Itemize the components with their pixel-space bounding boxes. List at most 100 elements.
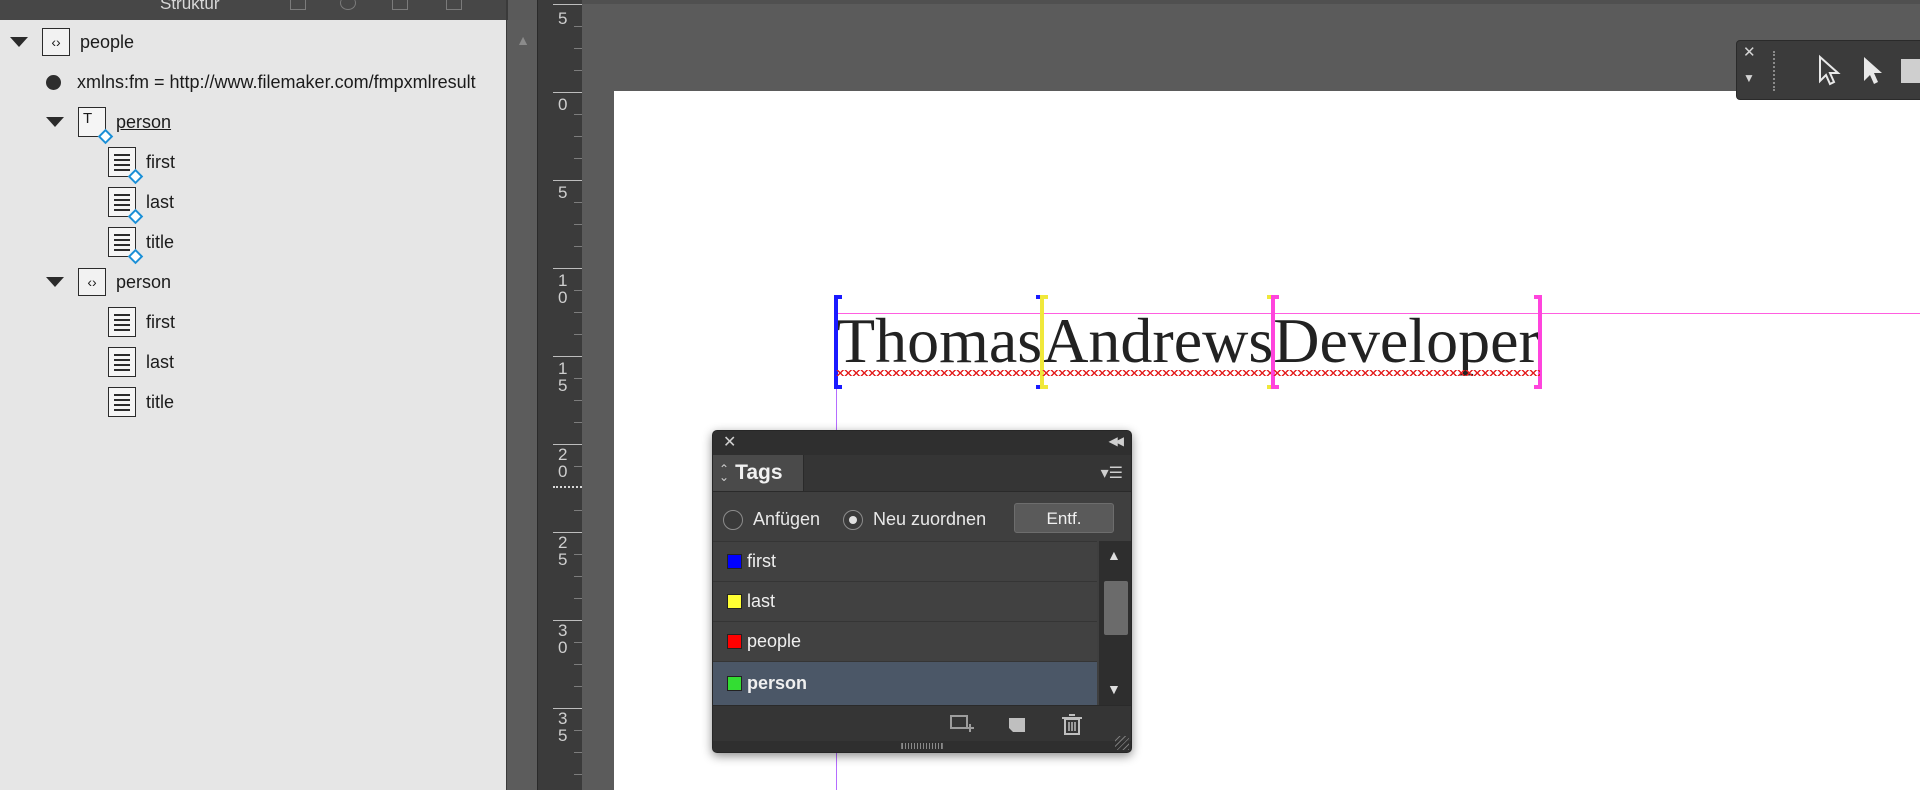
close-icon[interactable]: ✕ <box>1743 43 1756 61</box>
ruler-label: 1 5 <box>558 359 568 395</box>
text-first: Thomas <box>836 305 1043 376</box>
collapse-icon[interactable]: ▼ <box>1743 71 1755 85</box>
text-last: Andrews <box>1042 305 1274 376</box>
scrollbar-thumb[interactable] <box>1104 581 1128 635</box>
tags-list: first last people person <box>713 541 1097 705</box>
horizontal-ruler-edge <box>582 0 1920 4</box>
radio-retag[interactable]: Neu zuordnen <box>843 509 986 530</box>
tags-scrollbar[interactable]: ▲ ▼ <box>1099 541 1131 705</box>
tag-name: last <box>747 591 776 611</box>
spellcheck-underline <box>1273 370 1540 376</box>
text-element-icon <box>108 347 136 377</box>
radio-append-label: Anfügen <box>753 509 821 529</box>
trash-icon[interactable] <box>1059 712 1085 736</box>
tagged-text-title[interactable]: Developer <box>1271 295 1542 389</box>
expand-triangle-icon[interactable] <box>46 277 64 287</box>
scroll-up-arrow-icon[interactable]: ▲ <box>1107 547 1121 563</box>
tag-row-person[interactable]: person <box>713 661 1097 705</box>
ruler-label: 3 5 <box>558 709 568 745</box>
selection-tool-icon[interactable] <box>1811 53 1845 87</box>
ruler-label: 2 5 <box>558 533 568 569</box>
radio-circle[interactable] <box>843 509 863 530</box>
tag-icon[interactable] <box>290 0 306 10</box>
direct-selection-tool-icon[interactable] <box>1855 53 1889 87</box>
spellcheck-underline <box>1042 370 1274 376</box>
tag-color-swatch <box>727 594 742 609</box>
tree-node-label: person <box>116 111 172 132</box>
tags-panel-titlebar[interactable]: ✕ ◀◀ <box>713 431 1131 455</box>
tagged-text-last[interactable]: Andrews <box>1040 295 1276 389</box>
panel-menu-icon[interactable]: ▾☰ <box>1101 463 1123 483</box>
tree-node-first-2[interactable]: first <box>108 306 175 338</box>
tree-node-last-2[interactable]: last <box>108 346 174 378</box>
tag-row-last[interactable]: last <box>713 581 1097 621</box>
tree-node-attribute[interactable]: xmlns:fm = http://www.filemaker.com/fmpx… <box>46 66 476 98</box>
radio-circle[interactable] <box>723 509 743 530</box>
tree-node-label: title <box>146 391 175 412</box>
spellcheck-underline <box>836 370 1043 376</box>
tree-node-label: last <box>146 191 175 212</box>
tree-node-person-1[interactable]: T person <box>46 106 172 145</box>
scroll-down-arrow-icon[interactable]: ▼ <box>1107 681 1121 697</box>
element-icon: ‹› <box>78 268 106 296</box>
panel-resize-bar[interactable] <box>713 741 1131 752</box>
ruler-label: 5 <box>558 183 568 202</box>
vertical-ruler: 5 0 5 1 0 1 5 2 0 2 5 3 0 3 5 <box>537 0 582 790</box>
structure-panel: Struktur ‹› people xmlns:fm = http://www… <box>0 0 508 790</box>
new-element-icon[interactable] <box>392 0 408 10</box>
page-tool-icon[interactable] <box>1897 53 1920 87</box>
radio-append[interactable]: Anfügen <box>723 509 820 530</box>
structure-panel-scrollbar[interactable] <box>507 20 537 790</box>
radio-retag-label: Neu zuordnen <box>873 509 987 529</box>
tag-row-people[interactable]: people <box>713 621 1097 661</box>
tag-name: person <box>747 673 808 693</box>
trash-icon[interactable] <box>446 0 462 10</box>
tag-color-swatch <box>727 676 742 691</box>
resize-handle-icon[interactable] <box>1115 736 1129 750</box>
close-icon[interactable]: ✕ <box>723 432 736 452</box>
tree-node-last-1[interactable]: last <box>108 186 175 225</box>
text-element-icon <box>108 147 144 185</box>
collapse-panel-icon[interactable]: ◀◀ <box>1109 434 1125 448</box>
structure-panel-title: Struktur <box>160 0 220 13</box>
tree-node-title-1[interactable]: title <box>108 226 175 265</box>
tag-row-first[interactable]: first <box>713 541 1097 581</box>
tree-node-label: person <box>116 271 172 292</box>
tagged-text-first[interactable]: Thomas <box>834 295 1045 389</box>
tree-node-label: first <box>146 311 175 332</box>
ruler-label: 0 <box>558 95 568 114</box>
text-element-icon <box>108 387 136 417</box>
tree-node-title-2[interactable]: title <box>108 386 174 418</box>
ruler-label: 5 <box>558 9 568 28</box>
tag-color-swatch <box>727 554 742 569</box>
tree-node-label: people <box>80 31 135 52</box>
element-icon: ‹› <box>42 28 70 56</box>
tree-node-person-2[interactable]: ‹› person <box>46 266 171 298</box>
text-title: Developer <box>1273 305 1540 376</box>
tab-arrows-icon: ⌃ ⌄ <box>719 462 730 484</box>
tree-node-first-1[interactable]: first <box>108 146 175 185</box>
scroll-up-arrow-icon[interactable]: ▲ <box>508 30 538 50</box>
tab-tags-label: Tags <box>735 461 783 484</box>
tab-tags[interactable]: ⌃ ⌄ Tags <box>713 455 804 491</box>
structure-panel-header: Struktur <box>0 0 506 20</box>
tag-color-swatch <box>727 634 742 649</box>
remove-button[interactable]: Entf. <box>1014 503 1114 533</box>
tags-panel: ✕ ◀◀ ⌃ ⌄ Tags ▾☰ Anfügen Neu zuordnen Ent… <box>712 430 1132 753</box>
text-element-icon <box>108 307 136 337</box>
drag-grip-icon[interactable] <box>1773 51 1779 91</box>
add-tag-from-selection-icon[interactable] <box>949 712 975 736</box>
attribute-icon[interactable] <box>340 0 356 10</box>
text-element-icon <box>108 187 144 225</box>
tree-node-label: title <box>146 231 175 252</box>
tagged-text-frame[interactable]: Thomas Andrews Developer <box>834 295 1542 389</box>
tool-palette: ✕ ▼ <box>1736 40 1920 100</box>
expand-triangle-icon[interactable] <box>10 37 28 47</box>
tree-node-people[interactable]: ‹› people <box>10 26 134 58</box>
tree-node-label: first <box>146 151 175 172</box>
tree-node-label: xmlns:fm = http://www.filemaker.com/fmpx… <box>77 71 476 92</box>
new-tag-icon[interactable] <box>1005 712 1031 736</box>
text-element-icon <box>108 227 144 265</box>
ruler-label: 1 0 <box>558 271 568 307</box>
expand-triangle-icon[interactable] <box>46 117 64 127</box>
